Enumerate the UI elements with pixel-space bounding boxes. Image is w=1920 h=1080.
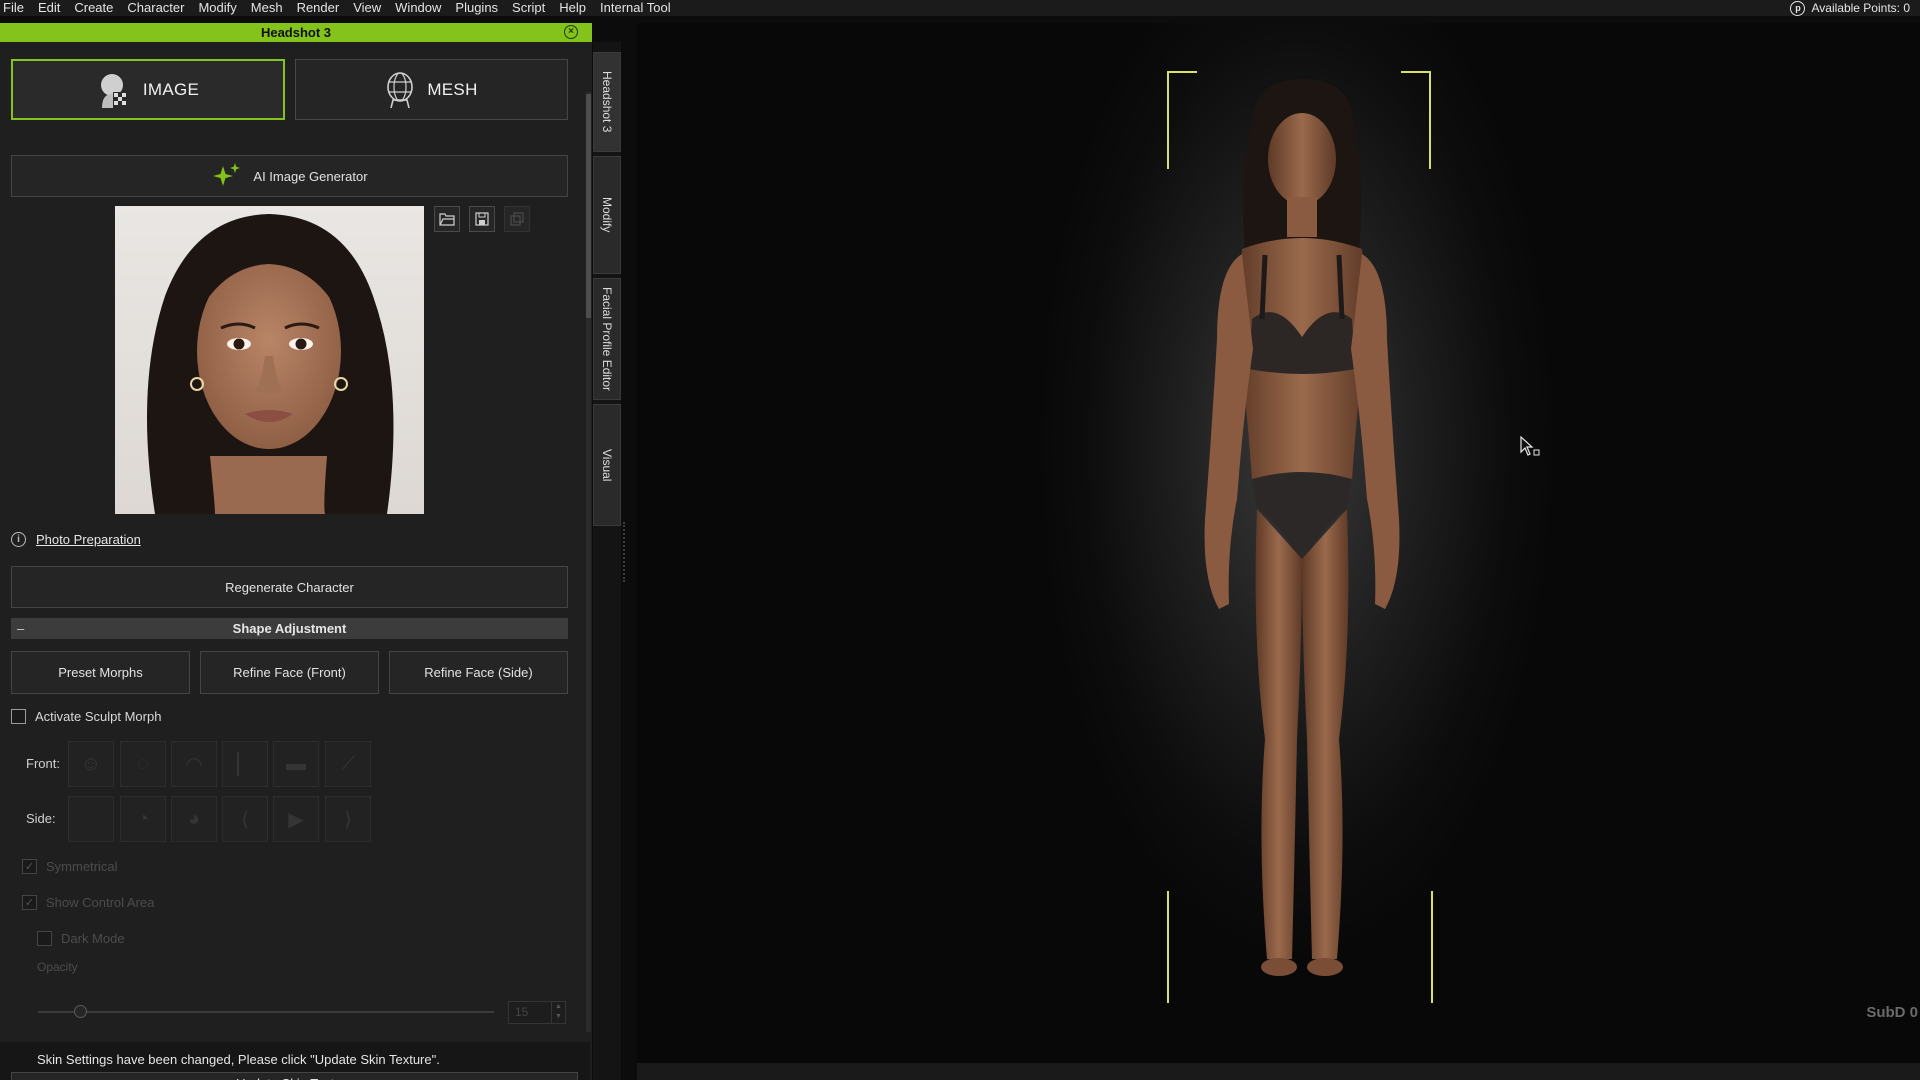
opacity-value: 15	[515, 1005, 529, 1019]
tab-visual[interactable]: Visual	[593, 404, 621, 526]
menu-file[interactable]: File	[0, 0, 31, 16]
menu-view[interactable]: View	[346, 0, 388, 16]
shape-adjustment-title: Shape Adjustment	[232, 621, 347, 636]
tab-facial-profile-editor-label: Facial Profile Editor	[600, 286, 614, 392]
tab-modify-label: Modify	[600, 197, 614, 233]
opacity-label: Opacity	[37, 960, 78, 974]
3d-viewport[interactable]: SubD 0	[637, 23, 1920, 1063]
side-sculpt-slot-4: ⟨	[222, 796, 268, 842]
portrait-image	[147, 214, 394, 514]
panel-scrollbar-thumb[interactable]	[586, 94, 591, 318]
points-icon: p	[1790, 0, 1806, 16]
subd-level-label: SubD 0	[1866, 1004, 1918, 1021]
panel-title: Headshot 3	[260, 25, 332, 40]
refine-face-front-button[interactable]: Refine Face (Front)	[200, 651, 379, 694]
side-sculpt-slot-1	[68, 796, 114, 842]
info-icon: i	[11, 532, 26, 547]
activate-sculpt-morph-label: Activate Sculpt Morph	[35, 709, 162, 724]
front-sculpt-slot-2: ◌	[120, 741, 166, 787]
tab-modify[interactable]: Modify	[593, 156, 621, 274]
show-control-area-row: ✓ Show Control Area	[22, 895, 154, 910]
available-points-label: Available Points: 0	[1811, 1, 1910, 15]
front-sculpt-slot-4: ▏	[222, 741, 268, 787]
spin-arrows-icon: ▲ ▼	[551, 1002, 565, 1023]
image-mode-label: IMAGE	[142, 79, 200, 99]
image-mode-button[interactable]: IMAGE	[11, 59, 285, 120]
side-sculpt-slot-3: ◕	[171, 796, 217, 842]
menu-plugins[interactable]: Plugins	[448, 0, 505, 16]
open-folder-icon[interactable]	[434, 206, 460, 232]
collapse-icon[interactable]: –	[17, 618, 24, 639]
character-model	[1204, 79, 1400, 976]
update-skin-texture-button[interactable]: Update Skin Texture	[11, 1072, 578, 1080]
menu-mesh[interactable]: Mesh	[244, 0, 290, 16]
front-sculpt-slot-6: ⟋	[325, 741, 371, 787]
photo-preparation-link[interactable]: Photo Preparation	[36, 532, 141, 547]
dark-mode-checkbox	[37, 931, 52, 946]
headshot-photo	[115, 206, 424, 514]
activate-sculpt-morph-row[interactable]: Activate Sculpt Morph	[11, 709, 161, 724]
mouse-cursor-icon	[1520, 436, 1540, 456]
menu-window[interactable]: Window	[388, 0, 448, 16]
headshot-panel: Headshot 3 × IMAGE MESH AI Image Generat…	[0, 23, 592, 1080]
menu-bar: File Edit Create Character Modify Mesh R…	[0, 0, 1920, 16]
tab-headshot-3[interactable]: Headshot 3	[593, 52, 621, 152]
opacity-slider-thumb	[74, 1005, 87, 1018]
side-sculpt-slot-2: ◔	[120, 796, 166, 842]
mesh-mode-label: MESH	[427, 79, 478, 99]
preset-morphs-button[interactable]: Preset Morphs	[11, 651, 190, 694]
tab-headshot-3-label: Headshot 3	[600, 71, 614, 133]
mesh-mode-button[interactable]: MESH	[295, 59, 568, 120]
show-control-area-label: Show Control Area	[46, 895, 155, 910]
menu-script[interactable]: Script	[505, 0, 552, 16]
opacity-spinbox: 15 ▲ ▼	[508, 1001, 566, 1024]
symmetrical-label: Symmetrical	[46, 859, 118, 874]
viewport-bottom-bar	[637, 1063, 1920, 1080]
save-icon[interactable]	[469, 206, 495, 232]
front-sculpt-slot-5: ▬	[273, 741, 319, 787]
front-sculpt-slot-1: ☺	[68, 741, 114, 787]
symmetrical-row: ✓ Symmetrical	[22, 859, 118, 874]
menu-create[interactable]: Create	[67, 0, 120, 16]
symmetrical-checkbox: ✓	[22, 859, 37, 874]
regenerate-character-button[interactable]: Regenerate Character	[11, 566, 568, 608]
side-sculpt-slot-6: ⟩	[325, 796, 371, 842]
close-icon[interactable]: ×	[564, 25, 578, 39]
available-points: p Available Points: 0	[1790, 0, 1910, 16]
activate-sculpt-morph-checkbox[interactable]	[11, 709, 26, 724]
menu-modify[interactable]: Modify	[191, 0, 243, 16]
image-mode-icon	[100, 73, 129, 108]
menu-character[interactable]: Character	[120, 0, 191, 16]
panel-resize-grip[interactable]	[623, 522, 626, 582]
menu-internal-tool[interactable]: Internal Tool	[593, 0, 678, 16]
panel-body: IMAGE MESH AI Image Generator i Photo Pr…	[0, 42, 591, 1080]
opacity-slider-track	[38, 1011, 494, 1013]
refine-face-side-button[interactable]: Refine Face (Side)	[389, 651, 568, 694]
ai-image-generator-button[interactable]: AI Image Generator	[11, 155, 568, 197]
side-sculpt-slot-5: ▶	[273, 796, 319, 842]
panel-title-bar: Headshot 3 ×	[0, 23, 592, 42]
menu-help[interactable]: Help	[552, 0, 593, 16]
photo-preparation-row: i Photo Preparation	[11, 532, 141, 547]
side-tab-strip: Headshot 3 Modify Facial Profile Editor …	[593, 42, 621, 1080]
tab-facial-profile-editor[interactable]: Facial Profile Editor	[593, 278, 621, 400]
dark-mode-row: Dark Mode	[37, 931, 125, 946]
copy-icon[interactable]	[504, 206, 530, 232]
shape-adjustment-header[interactable]: – Shape Adjustment	[11, 618, 568, 639]
mesh-mode-icon	[387, 71, 414, 108]
side-label: Side:	[26, 811, 56, 826]
skin-settings-notice: Skin Settings have been changed, Please …	[37, 1052, 440, 1067]
front-sculpt-slot-3: ◠	[171, 741, 217, 787]
tab-visual-label: Visual	[600, 448, 614, 482]
show-control-area-checkbox: ✓	[22, 895, 37, 910]
front-label: Front:	[26, 756, 60, 771]
ai-image-generator-label: AI Image Generator	[253, 168, 368, 184]
dark-mode-label: Dark Mode	[61, 931, 125, 946]
menu-edit[interactable]: Edit	[31, 0, 67, 16]
menu-render[interactable]: Render	[290, 0, 347, 16]
sparkle-icon	[213, 163, 241, 186]
